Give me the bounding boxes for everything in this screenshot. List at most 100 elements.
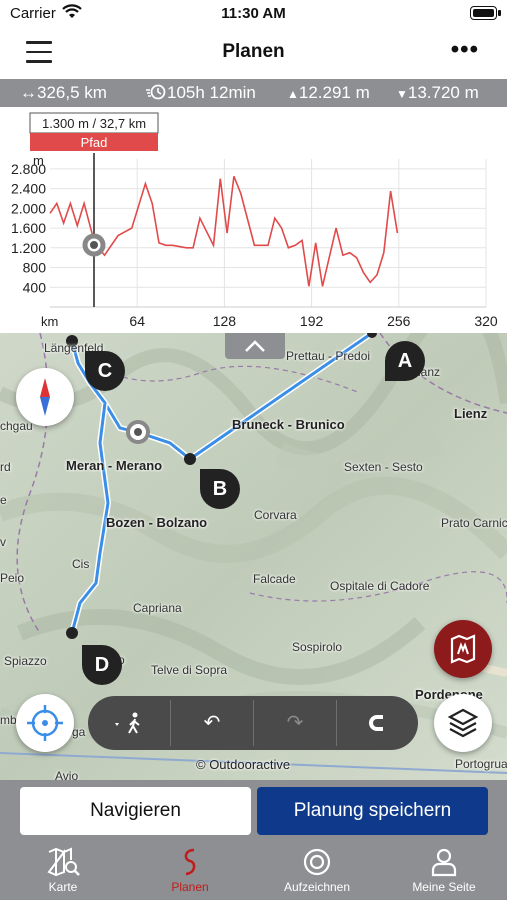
y-tick-label: 2.400 <box>11 181 46 197</box>
waypoint-dot-b <box>184 453 196 465</box>
place-ospitale: Ospitale di Cadore <box>330 579 430 593</box>
elevation-chart[interactable]: 2.8002.4002.0001.6001.200800400 64 128 192… <box>0 107 507 333</box>
redo-icon: ↷ <box>286 712 304 734</box>
mode-select-button[interactable] <box>88 696 170 750</box>
waypoint-label-c[interactable]: C <box>85 351 125 391</box>
place-ga: ga <box>72 725 86 739</box>
undo-button[interactable]: ↶ <box>171 696 253 750</box>
place-avio: Avio <box>55 769 79 780</box>
place-bozen: Bozen - Bolzano <box>106 515 208 530</box>
place-portogrua: Portogrua <box>455 757 507 771</box>
tooltip-value: 1.300 m / 32,7 km <box>42 116 146 131</box>
place-spiazzo: Spiazzo <box>4 654 47 668</box>
elevation-line <box>49 176 399 287</box>
crosshair-icon <box>27 705 63 741</box>
place-prato: Prato Carnico <box>441 516 507 530</box>
route-stats-bar: ↔326,5 km 105h 12min ▲12.291 m ▼13.720 m <box>0 79 507 107</box>
place-edge-e: e <box>0 493 7 507</box>
place-telve: Telve di Sopra <box>151 663 228 677</box>
place-meran: Meran - Merano <box>66 458 163 473</box>
tab-meine-seite-label: Meine Seite <box>412 880 476 894</box>
map-book-icon <box>450 634 476 664</box>
x-tick-label: 128 <box>213 313 237 329</box>
ascent-value: 12.291 m <box>298 83 370 102</box>
compass-button[interactable] <box>16 368 74 426</box>
place-corvara: Corvara <box>254 508 297 522</box>
redo-button[interactable]: ↷ <box>254 696 336 750</box>
x-tick-label: 64 <box>129 313 145 329</box>
y-tick-label: 1.600 <box>11 220 46 236</box>
duration-value: 105h 12min <box>167 83 256 102</box>
waypoint-label-a[interactable]: A <box>385 341 425 381</box>
place-rd: rd <box>0 460 11 474</box>
place-peio: Peio <box>0 571 25 585</box>
place-edge-v: v <box>0 535 6 549</box>
tab-aufzeichnen[interactable]: Aufzeichnen <box>254 846 380 894</box>
place-falcade: Falcade <box>253 572 296 586</box>
y-tick-label: 2.000 <box>11 200 46 216</box>
y-axis-unit: m <box>33 153 44 168</box>
layers-button[interactable] <box>434 694 492 752</box>
y-tick-label: 400 <box>23 279 47 295</box>
tooltip-surface: Pfad <box>81 135 108 150</box>
descent-icon: ▼ <box>396 87 408 101</box>
route-plan-icon <box>184 848 196 876</box>
tab-karte-label: Karte <box>48 880 78 894</box>
place-cis: Cis <box>72 557 90 571</box>
distance-stat: ↔326,5 km <box>20 83 107 103</box>
layers-icon <box>447 708 479 738</box>
elevation-profile[interactable]: 2.800 2.400 2.000 1.600 1.200 800 400 64 128 192… <box>0 107 507 333</box>
tab-bar: Karte Planen Aufzeichnen Meine Seite <box>0 842 507 900</box>
page-title: Planen <box>222 41 285 62</box>
more-icon[interactable]: ••• <box>451 36 479 64</box>
descent-value: 13.720 m <box>407 83 479 102</box>
distance-value: 326,5 km <box>37 83 107 102</box>
distance-icon: ↔ <box>20 83 37 102</box>
tab-aufzeichnen-label: Aufzeichnen <box>283 880 351 894</box>
duration-icon <box>146 84 166 100</box>
snap-to-trail-button[interactable] <box>337 696 418 750</box>
navigate-button[interactable]: Navigieren <box>20 787 251 835</box>
clock: 11:30 AM <box>221 5 286 22</box>
record-icon <box>303 848 331 876</box>
user-icon <box>431 848 457 877</box>
walk-icon <box>115 712 140 734</box>
route-edit-toolbar: ↶ ↷ <box>88 696 418 750</box>
battery-icon <box>470 6 501 20</box>
waypoint-label-d[interactable]: D <box>82 645 122 685</box>
x-tick-label: 256 <box>387 313 411 329</box>
place-sospirolo: Sospirolo <box>292 640 343 654</box>
undo-icon: ↶ <box>203 712 221 734</box>
waypoint-dot-d <box>66 627 78 639</box>
tab-planen[interactable]: Planen <box>127 846 253 894</box>
navigation-bar: Planen ••• <box>0 28 507 78</box>
map-copyright: © Outdooractive <box>196 757 291 772</box>
place-bruneck: Bruneck - Brunico <box>232 417 345 432</box>
ascent-stat: ▲12.291 m <box>287 83 370 103</box>
status-bar: Carrier 11:30 AM <box>0 0 507 28</box>
tab-meine-seite[interactable]: Meine Seite <box>381 846 507 894</box>
y-tick-label: 800 <box>23 260 47 276</box>
map-details-button[interactable] <box>434 620 492 678</box>
locate-me-button[interactable] <box>16 694 74 752</box>
tab-planen-label: Planen <box>171 880 209 894</box>
compass-icon <box>40 378 50 416</box>
place-capriana: Capriana <box>133 601 182 615</box>
y-tick-label: 1.200 <box>11 240 46 256</box>
descent-stat: ▼13.720 m <box>396 83 479 103</box>
ascent-icon: ▲ <box>287 87 299 101</box>
map-search-icon <box>47 847 80 877</box>
x-tick-label: 192 <box>300 313 324 329</box>
place-sexten: Sexten - Sesto <box>344 460 423 474</box>
x-tick-label: 320 <box>474 313 498 329</box>
save-plan-button[interactable]: Planung speichern <box>257 787 488 835</box>
action-bar: Navigieren Planung speichern <box>0 780 507 842</box>
collapse-profile-button[interactable] <box>225 333 285 359</box>
x-axis-unit: km <box>41 314 58 329</box>
place-prettau: Prettau - Predoi <box>286 349 371 363</box>
waypoint-label-b[interactable]: B <box>200 469 240 509</box>
place-lienz: Lienz <box>454 406 488 421</box>
duration-stat: 105h 12min <box>145 83 256 103</box>
tab-karte[interactable]: Karte <box>0 846 126 894</box>
map-view[interactable]: Längenfeld Prettau - Predoi lanz Lienz B… <box>0 333 507 780</box>
